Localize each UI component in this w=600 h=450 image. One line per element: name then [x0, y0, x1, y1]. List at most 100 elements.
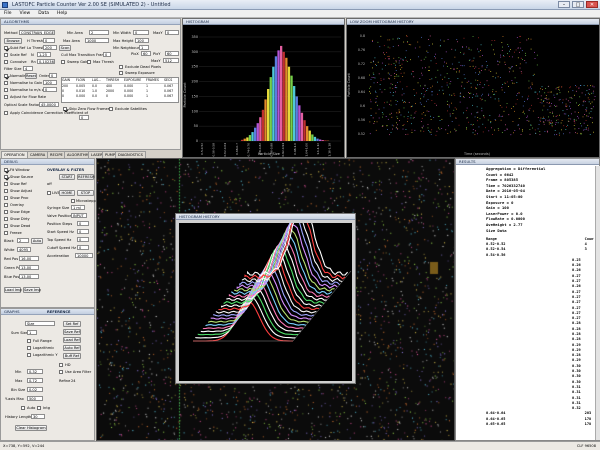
tab-diagnostics[interactable]: DIAGNOSTICS: [115, 151, 146, 158]
load-ref-button[interactable]: Load Ref: [63, 337, 81, 343]
debug-checkbox-overlay[interactable]: [4, 203, 8, 207]
adjust-flow-checkbox[interactable]: [4, 95, 8, 99]
stop-button[interactable]: STOP: [77, 190, 94, 196]
filter-size-field[interactable]: 4: [23, 66, 33, 71]
y-axis-max-field[interactable]: 500: [27, 396, 43, 401]
debug-checkbox-show-ref[interactable]: [4, 182, 8, 186]
close-button[interactable]: ✕: [586, 1, 598, 8]
start-button[interactable]: START: [59, 174, 75, 180]
min-width-field[interactable]: 0: [133, 30, 149, 35]
menu-help[interactable]: Help: [57, 10, 67, 17]
use-area-checkbox[interactable]: [59, 370, 63, 374]
results-scrollbar[interactable]: [595, 166, 600, 440]
max-area-field[interactable]: 1000: [85, 38, 109, 43]
apply-coincidence-checkbox[interactable]: [4, 111, 8, 115]
debug-checkbox-show-source[interactable]: [4, 175, 8, 179]
load-img-button[interactable]: Load Img: [4, 287, 22, 293]
min-neighbours-field[interactable]: 1: [139, 45, 149, 50]
reset-button[interactable]: Reset: [25, 73, 37, 79]
sweep-exposure-checkbox[interactable]: [119, 71, 123, 75]
normalise-ms-field[interactable]: 0: [43, 87, 57, 92]
auto-level-button[interactable]: Auto: [31, 238, 43, 244]
syringe-select[interactable]: 1 ml: [71, 205, 85, 210]
save-ref-button[interactable]: Save Ref: [63, 329, 81, 335]
debug-checkbox-show-dirty[interactable]: [4, 217, 8, 221]
live-checkbox[interactable]: [47, 191, 51, 195]
microstepping-checkbox[interactable]: [71, 199, 75, 203]
position-field[interactable]: 0: [77, 221, 89, 226]
sweep-gain-checkbox[interactable]: [61, 60, 65, 64]
minimize-button[interactable]: –: [558, 1, 570, 8]
set-ref-button[interactable]: Set Ref: [63, 321, 81, 327]
buff-ref-button[interactable]: Buff Ref: [63, 353, 81, 359]
method-select[interactable]: CONSTRAIN_EDGE: [19, 30, 55, 35]
normalise-ms-checkbox[interactable]: [4, 88, 8, 92]
log-y-checkbox[interactable]: [27, 353, 31, 357]
exclude-dead-checkbox[interactable]: [119, 65, 123, 69]
sweep-table-row[interactable]: 0 0.000 0.0 0 0.000 1 0.067: [62, 94, 178, 99]
clear-histogram-button[interactable]: Clear Histogram: [15, 425, 47, 431]
menu-data[interactable]: Data: [38, 10, 49, 17]
bin-size-field[interactable]: 0.02: [27, 387, 43, 392]
debug-checkbox-show-proc[interactable]: [4, 196, 8, 200]
sum-size-field[interactable]: 1: [27, 330, 37, 335]
auto-checkbox[interactable]: [21, 406, 25, 410]
full-range-checkbox[interactable]: [27, 339, 31, 343]
intg-checkbox[interactable]: [37, 406, 41, 410]
max-height-field[interactable]: 100: [135, 38, 149, 43]
white-field[interactable]: 4095: [17, 247, 31, 252]
histogram-history-3d-chart[interactable]: [179, 223, 352, 381]
coincidence-field[interactable]: 0: [79, 115, 89, 120]
green-pos-field[interactable]: 13.00: [19, 265, 39, 270]
menu-view[interactable]: View: [20, 10, 31, 17]
graph-type-select[interactable]: Size: [25, 321, 55, 326]
order-field[interactable]: 0: [49, 73, 57, 78]
min-area-field[interactable]: 2: [89, 30, 109, 35]
scale-ref-checkbox[interactable]: [4, 53, 8, 57]
lo-thresh-field[interactable]: 200: [43, 45, 57, 50]
max-thresh-checkbox[interactable]: [87, 60, 91, 64]
home-button[interactable]: HOME: [59, 190, 75, 196]
save-img-button[interactable]: Save Img: [23, 287, 41, 293]
min-field[interactable]: 0.32: [27, 369, 43, 374]
debug-checkbox-fit-window[interactable]: [4, 168, 8, 172]
n-field[interactable]: 1.25: [37, 52, 51, 57]
convolve-checkbox[interactable]: [4, 60, 8, 64]
scan-button[interactable]: Scan: [59, 45, 71, 51]
hd-checkbox[interactable]: [59, 363, 63, 367]
auto-ref-button[interactable]: Auto Ref: [63, 345, 81, 351]
history-length-field[interactable]: 30: [31, 414, 45, 419]
browse-button[interactable]: Browse: [4, 38, 22, 44]
max-field[interactable]: 0.72: [27, 378, 43, 383]
black-field[interactable]: 2: [17, 238, 29, 243]
blue-pos-field[interactable]: 13.00: [19, 274, 39, 279]
debug-checkbox-show-dead[interactable]: [4, 224, 8, 228]
debug-checkbox-freeze[interactable]: [4, 231, 8, 235]
normalise-gain-checkbox[interactable]: [4, 81, 8, 85]
cull-field[interactable]: 0: [103, 52, 111, 57]
camera-view[interactable]: HISTOGRAM HISTORY: [96, 158, 455, 441]
debug-checkbox-show-edge[interactable]: [4, 210, 8, 214]
valve-select[interactable]: INPUT: [71, 213, 87, 218]
rn-field[interactable]: 0.10236: [37, 59, 55, 64]
table-row[interactable]: 0.65-0.651780.650.34: [484, 421, 594, 426]
cutoff-field[interactable]: 0: [77, 245, 89, 250]
red-pos-field[interactable]: 16.00: [19, 256, 39, 261]
subtract-ref-checkbox[interactable]: [4, 46, 8, 50]
maxv-field[interactable]: 0: [165, 30, 179, 35]
refresh-button[interactable]: REFRESH: [77, 174, 95, 180]
top-speed-field[interactable]: 0: [77, 237, 89, 242]
tab-operation[interactable]: OPERATION: [1, 151, 28, 158]
exclude-satellites-checkbox[interactable]: [109, 107, 113, 111]
log-x-checkbox[interactable]: [27, 346, 31, 350]
h-thresh-field[interactable]: 0: [43, 38, 55, 43]
normalise-checkbox[interactable]: [4, 74, 8, 78]
tab-recipe[interactable]: RECIPE: [47, 151, 66, 158]
pixy-field[interactable]: 60: [165, 51, 179, 56]
accel-field[interactable]: 10000: [75, 253, 93, 258]
start-speed-field[interactable]: 0: [77, 229, 89, 234]
menu-file[interactable]: File: [4, 10, 12, 17]
maxy-field[interactable]: 512: [163, 58, 179, 63]
debug-checkbox-show-adjust[interactable]: [4, 189, 8, 193]
maximize-button[interactable]: □: [572, 1, 584, 8]
